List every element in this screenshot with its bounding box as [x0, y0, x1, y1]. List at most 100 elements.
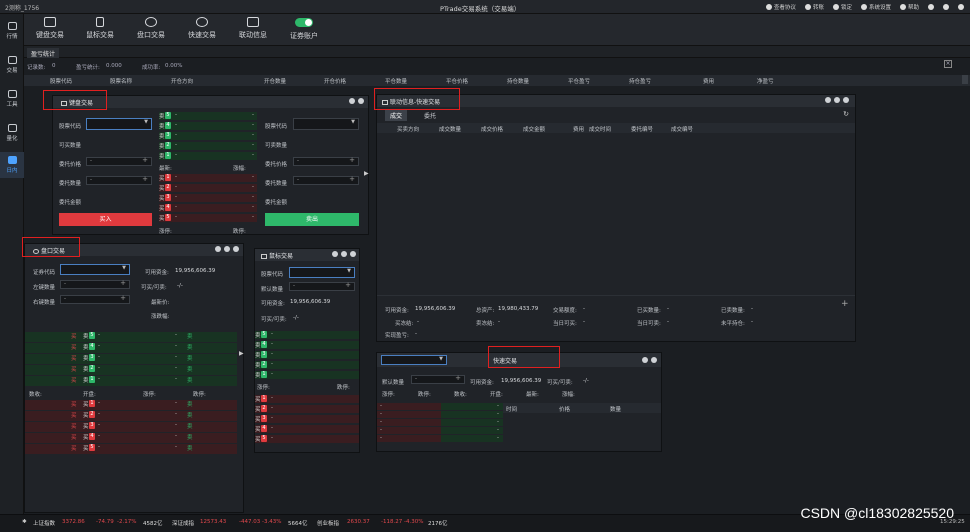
plus-icon[interactable]: +	[455, 375, 461, 382]
sell-button[interactable]: 卖出	[265, 213, 359, 226]
nav-quant[interactable]: 量化	[0, 120, 24, 146]
col-qty[interactable]: 数量	[610, 405, 621, 413]
index-sz-name[interactable]: 深证成指	[172, 519, 194, 527]
mouse-sell-2[interactable]: 卖2-	[255, 361, 359, 369]
quick-buy-cell[interactable]: -	[377, 411, 441, 418]
quick-sell-cell[interactable]: -	[441, 411, 503, 418]
col-deal-time[interactable]: 成交时间	[589, 125, 611, 133]
buy-level-5[interactable]: 买5--	[159, 214, 257, 222]
plus-icon[interactable]: +	[345, 282, 351, 289]
refresh-icon[interactable]: ↻	[843, 110, 849, 118]
plus-icon[interactable]: +	[142, 157, 148, 164]
mouse-sell-5[interactable]: 卖5-	[255, 331, 359, 339]
mouse-buy-4[interactable]: 买4-	[255, 425, 359, 433]
mouse-sell-3[interactable]: 卖3-	[255, 351, 359, 359]
col-order-no[interactable]: 委托编号	[631, 125, 653, 133]
ob-buy-row-2[interactable]: 买买2--卖	[25, 411, 237, 421]
sell-stock-code-select[interactable]: ▼	[293, 118, 359, 130]
chevron-right-icon[interactable]: ▶	[239, 350, 244, 357]
buy-level-4[interactable]: 买4--	[159, 204, 257, 212]
ob-sell-row-5[interactable]: 买卖5--卖	[25, 332, 237, 342]
lock-button[interactable]: 锁定	[832, 3, 852, 11]
minimize-icon[interactable]	[341, 251, 347, 257]
quick-sell-cell[interactable]: -	[441, 419, 503, 426]
quick-default-qty-input[interactable]: - +	[411, 375, 465, 384]
nav-intraday[interactable]: 日内	[0, 152, 24, 178]
security-code-select[interactable]: ▼	[60, 264, 130, 275]
buy-button[interactable]: 买入	[59, 213, 152, 226]
minimize-icon[interactable]	[825, 97, 831, 103]
transfer-button[interactable]: 转账	[804, 3, 824, 11]
view-protocol-button[interactable]: 查看协议	[765, 3, 796, 11]
minimize-icon[interactable]	[224, 246, 230, 252]
plus-icon[interactable]: +	[120, 280, 126, 287]
col-deal-no[interactable]: 成交编号	[671, 125, 693, 133]
col-close-qty[interactable]: 平仓数量	[385, 77, 407, 85]
col-close-price[interactable]: 平仓价格	[446, 77, 468, 85]
plus-icon[interactable]: +	[349, 176, 355, 183]
index-cy-name[interactable]: 创业板指	[317, 519, 339, 527]
close-icon[interactable]	[350, 251, 356, 257]
sell-level-5[interactable]: 卖5--	[159, 112, 257, 120]
close-icon[interactable]	[843, 97, 849, 103]
toolbar-mouse-trade[interactable]: 鼠标交易	[82, 17, 118, 45]
buy-stock-code-select[interactable]: ▼	[86, 118, 152, 130]
ob-sell-row-4[interactable]: 买卖4--卖	[25, 343, 237, 353]
sell-qty-input[interactable]: - +	[293, 176, 359, 185]
mouse-default-qty-input[interactable]: - +	[289, 282, 355, 291]
add-icon[interactable]: +	[841, 299, 849, 309]
close-icon[interactable]	[651, 357, 657, 363]
quick-buy-cell[interactable]: -	[377, 419, 441, 426]
ob-sell-row-2[interactable]: 买卖2--卖	[25, 365, 237, 375]
quick-buy-cell[interactable]: -	[377, 403, 441, 410]
buy-qty-input[interactable]: - +	[86, 176, 152, 185]
ob-buy-row-1[interactable]: 买买1--卖	[25, 400, 237, 410]
plus-icon[interactable]: +	[120, 295, 126, 302]
ob-buy-row-4[interactable]: 买买4--卖	[25, 433, 237, 443]
col-open-price[interactable]: 开仓价格	[324, 77, 346, 85]
col-fee[interactable]: 费用	[703, 77, 714, 85]
gear-icon[interactable]	[215, 246, 221, 252]
quick-buy-cell[interactable]: -	[377, 427, 441, 434]
ob-buy-row-5[interactable]: 买买5--卖	[25, 444, 237, 454]
toolbar-keyboard-trade[interactable]: 键盘交易	[32, 17, 68, 45]
quick-sell-cell[interactable]: -	[441, 435, 503, 442]
toolbar-quick-trade[interactable]: 快速交易	[184, 17, 220, 45]
minimize-icon[interactable]	[349, 98, 355, 104]
right-click-qty-input[interactable]: - +	[60, 295, 130, 304]
quick-depth-grid[interactable]: - - - - - - - - - -	[377, 403, 503, 451]
buy-level-1[interactable]: 买1--	[159, 174, 257, 182]
mouse-buy-1[interactable]: 买1-	[255, 395, 359, 403]
left-click-qty-input[interactable]: - +	[60, 280, 130, 289]
ob-buy-row-3[interactable]: 买买3--卖	[25, 422, 237, 432]
col-direction[interactable]: 买卖方向	[397, 125, 419, 133]
nav-trade[interactable]: 交易	[0, 52, 24, 78]
toolbar-link-info[interactable]: 联动信息	[235, 17, 271, 45]
quick-sell-cell[interactable]: -	[441, 427, 503, 434]
mouse-buy-3[interactable]: 买3-	[255, 415, 359, 423]
chevron-right-icon[interactable]: ▶	[364, 170, 369, 177]
col-stock-code[interactable]: 股票代码	[50, 77, 72, 85]
plus-icon[interactable]: +	[142, 176, 148, 183]
sell-price-input[interactable]: - +	[293, 157, 359, 166]
col-net-pnl[interactable]: 净盈亏	[757, 77, 774, 85]
sell-level-1[interactable]: 卖1--	[159, 152, 257, 160]
minimize-icon[interactable]	[928, 4, 934, 10]
nav-quotes[interactable]: 行情	[0, 18, 24, 44]
settings-icon[interactable]	[834, 97, 840, 103]
close-icon[interactable]	[958, 4, 964, 10]
toolbar-securities-account[interactable]: 证券账户	[286, 17, 322, 45]
nav-tools[interactable]: 工具	[0, 86, 24, 112]
col-open-direction[interactable]: 开仓方向	[171, 77, 193, 85]
help-button[interactable]: 帮助	[899, 3, 919, 11]
col-close-pnl[interactable]: 平仓盈亏	[568, 77, 590, 85]
minimize-icon[interactable]	[642, 357, 648, 363]
tab-deals[interactable]: 成交	[385, 110, 408, 121]
buy-level-2[interactable]: 买2--	[159, 184, 257, 192]
col-time[interactable]: 时间	[506, 405, 517, 413]
col-open-qty[interactable]: 开仓数量	[264, 77, 286, 85]
mouse-stock-code-select[interactable]: ▼	[289, 267, 355, 278]
col-deal-price[interactable]: 成交价格	[481, 125, 503, 133]
mouse-buy-5[interactable]: 买5-	[255, 435, 359, 443]
gear-icon[interactable]	[332, 251, 338, 257]
